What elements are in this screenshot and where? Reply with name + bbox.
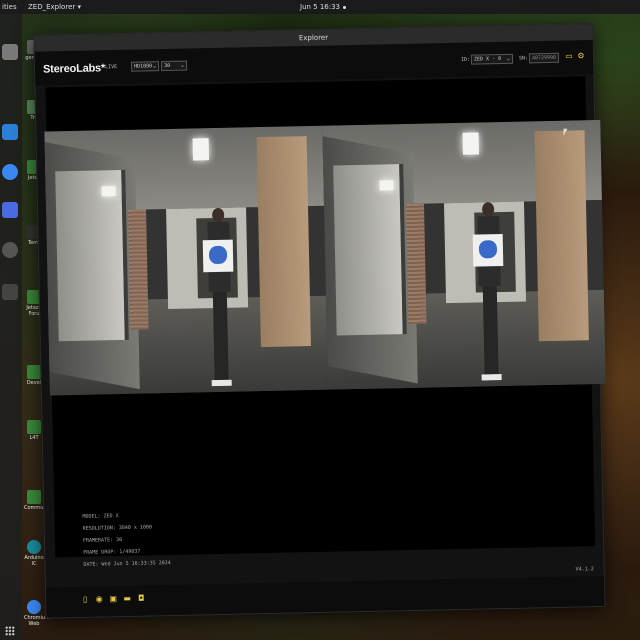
mode-label: LIVE bbox=[105, 64, 118, 71]
fps-select-value: 30 bbox=[163, 62, 171, 70]
sn-label: SN: bbox=[518, 55, 529, 62]
settings-icon[interactable]: ⚙ bbox=[577, 51, 585, 61]
snapshot-icon[interactable]: ◘ bbox=[136, 594, 146, 604]
id-label: ID: bbox=[460, 56, 471, 63]
desktop-icon-label: Devel bbox=[26, 380, 42, 386]
desktop-icon-community[interactable]: Community bbox=[24, 490, 53, 511]
obs-icon[interactable] bbox=[2, 242, 18, 258]
chromium-icon bbox=[27, 600, 41, 614]
brand-logo: StereoLabs* bbox=[42, 62, 106, 76]
camera-id-select-value: ZED X - 0 bbox=[473, 55, 502, 63]
left-camera-view bbox=[44, 125, 328, 396]
stereo-video-feed[interactable] bbox=[44, 119, 606, 396]
nvidia-icon bbox=[27, 420, 41, 434]
mouse-cursor-icon bbox=[563, 128, 568, 136]
camera-info-panel: MODEL: ZED X RESOLUTION: 3840 x 1080 FRA… bbox=[82, 509, 171, 571]
resolution-select-value: HD1080 bbox=[133, 63, 153, 70]
nvidia-icon bbox=[27, 365, 41, 379]
app-menu[interactable]: ZED_Explorer ▾ bbox=[28, 3, 81, 11]
resolution-select[interactable]: HD1080 ⌄ bbox=[130, 61, 160, 72]
desktop-icon-arduino[interactable]: Arduino IC bbox=[24, 540, 44, 567]
chromium-icon[interactable] bbox=[2, 164, 18, 180]
explorer-window: Explorer StereoLabs* LIVE HD1080 ⌄ 30 ⌄ ID… bbox=[33, 23, 606, 619]
clock-text: Jun 5 16:33 bbox=[300, 3, 341, 11]
notification-dot-icon bbox=[343, 5, 347, 9]
person-figure bbox=[472, 202, 504, 390]
arduino-icon bbox=[27, 540, 41, 554]
files-icon[interactable] bbox=[2, 44, 18, 60]
dock bbox=[0, 14, 22, 640]
file-icon[interactable]: ▯ bbox=[80, 595, 90, 605]
camera-icon[interactable]: ▭ bbox=[565, 51, 573, 61]
top-bar: ities ZED_Explorer ▾ Jun 5 16:33 bbox=[0, 0, 640, 14]
clock[interactable]: Jun 5 16:33 bbox=[300, 3, 347, 11]
activities-button[interactable]: ities bbox=[2, 3, 17, 11]
record-icon[interactable]: ▣ bbox=[108, 594, 118, 604]
desktop-icon-label: Arduino IC bbox=[24, 555, 44, 567]
chevron-down-icon: ⌄ bbox=[506, 55, 511, 62]
show-apps-icon[interactable] bbox=[5, 626, 15, 636]
person-figure bbox=[202, 207, 234, 396]
stream-icon[interactable]: ▬ bbox=[122, 594, 132, 604]
serial-number-field: 40729990 bbox=[528, 52, 560, 64]
desktop-icon-label: L4T bbox=[29, 435, 39, 441]
camera-id-select[interactable]: ZED X - 0 ⌄ bbox=[470, 53, 514, 65]
serial-number-value: 40729990 bbox=[531, 54, 557, 62]
screenshot-icon[interactable] bbox=[2, 202, 18, 218]
chevron-down-icon: ⌄ bbox=[152, 63, 157, 70]
right-camera-view bbox=[322, 119, 606, 390]
terminal-icon[interactable] bbox=[2, 284, 18, 300]
version-label: V4.1.2 bbox=[575, 566, 594, 573]
desktop-icon-chromium[interactable]: Chromium Web bbox=[24, 600, 50, 627]
nvidia-icon bbox=[27, 490, 41, 504]
vscode-icon[interactable] bbox=[2, 124, 18, 140]
info-date: DATE: Wed Jun 5 16:33:35 2024 bbox=[83, 560, 171, 568]
broadcast-icon[interactable]: ◉ bbox=[94, 594, 104, 604]
fps-select[interactable]: 30 ⌄ bbox=[160, 60, 188, 72]
chevron-down-icon: ⌄ bbox=[180, 62, 185, 69]
